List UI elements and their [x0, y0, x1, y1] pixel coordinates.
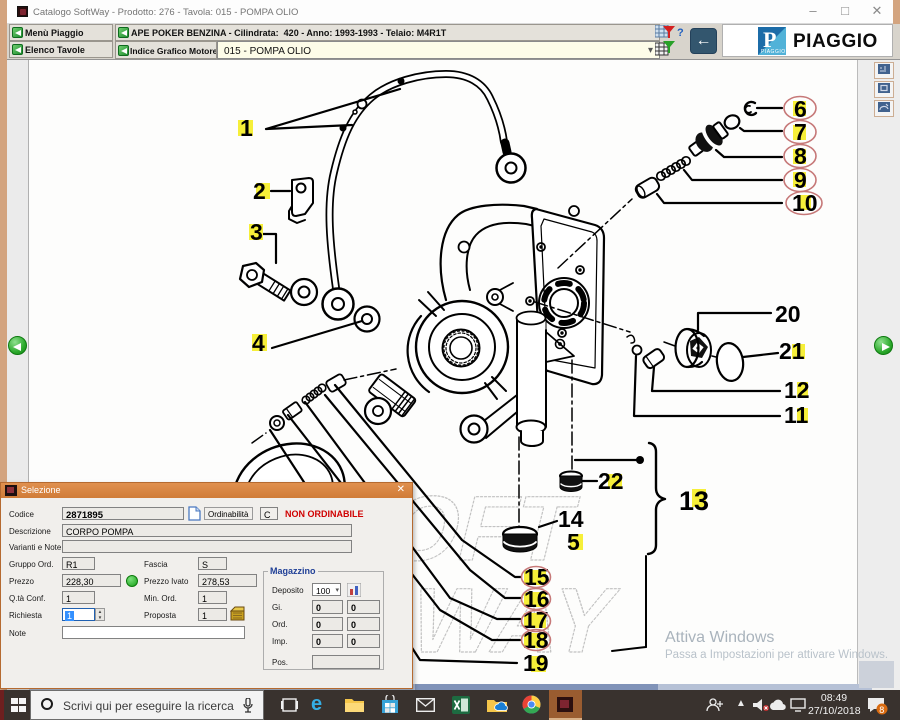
svg-text:?: ?	[677, 27, 684, 39]
svg-text:22: 22	[598, 468, 624, 494]
svg-text:2: 2	[253, 178, 266, 204]
svg-text:4: 4	[252, 330, 265, 356]
svg-text:14: 14	[558, 506, 584, 532]
svg-text:12: 12	[784, 377, 810, 403]
svg-text:8: 8	[794, 143, 807, 169]
svg-text:13: 13	[679, 486, 709, 516]
svg-text:8: 8	[879, 705, 884, 715]
svg-text:11: 11	[784, 402, 809, 428]
svg-text:21: 21	[779, 338, 805, 364]
svg-text:1: 1	[240, 115, 253, 141]
svg-text:5: 5	[567, 529, 580, 555]
svg-text:19: 19	[523, 650, 549, 676]
svg-text:7: 7	[794, 119, 807, 145]
svg-text:20: 20	[775, 301, 801, 327]
svg-text:3: 3	[250, 219, 263, 245]
